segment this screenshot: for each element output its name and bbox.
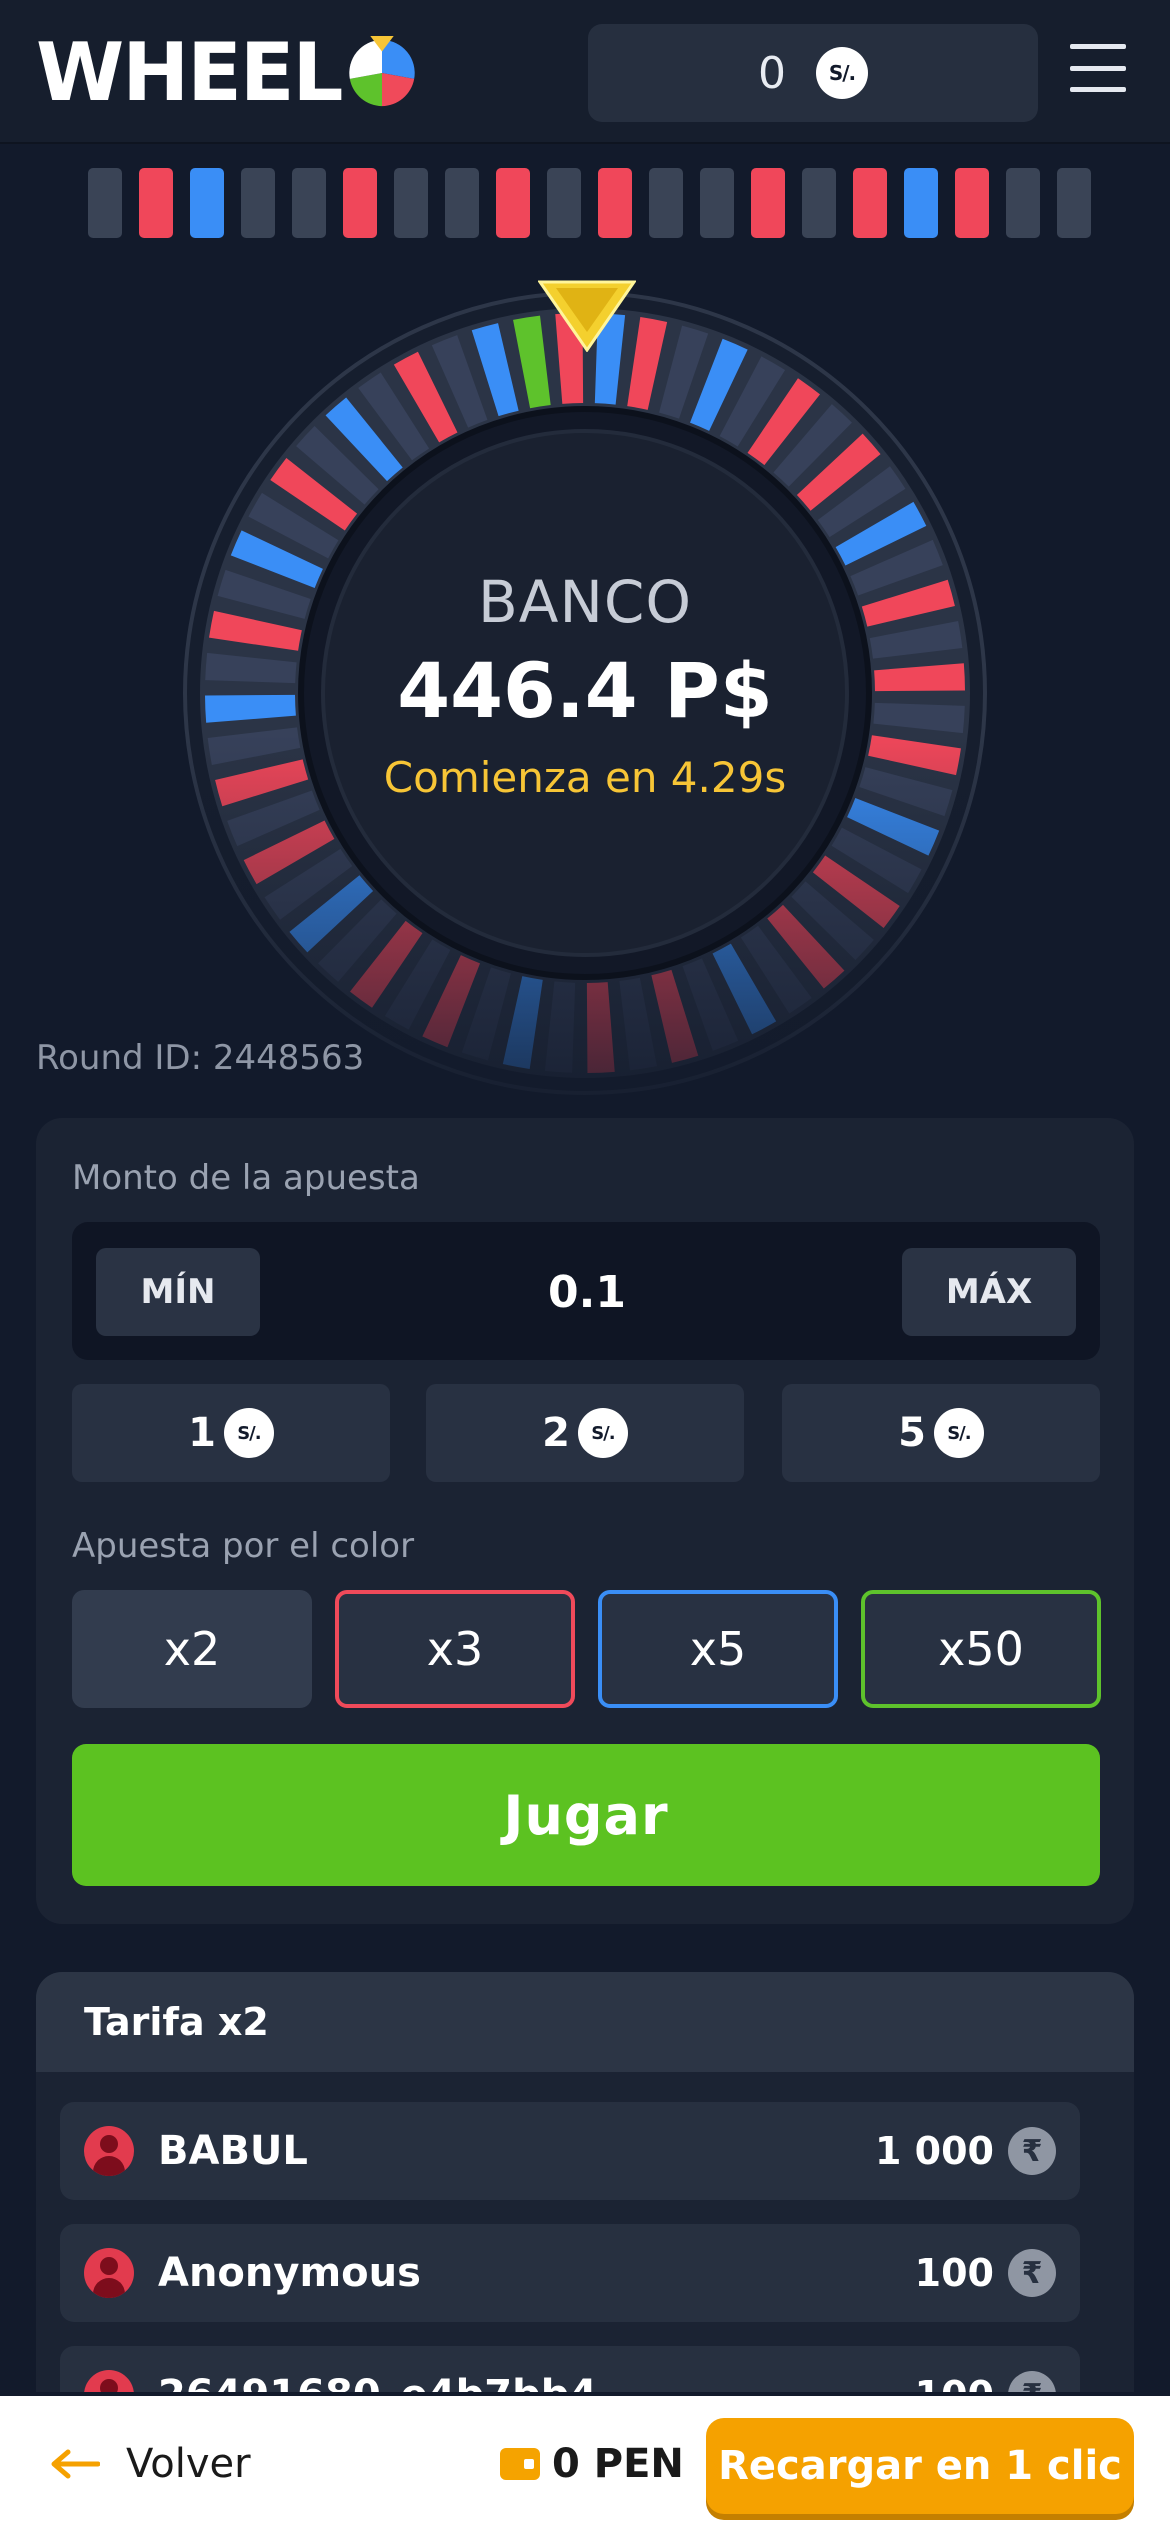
wallet-balance-value: 0 PEN <box>552 2441 684 2487</box>
recharge-button[interactable]: Recargar en 1 clic <box>706 2418 1134 2514</box>
history-result-grey <box>700 168 734 238</box>
quick-amount-value: 5 <box>898 1410 926 1456</box>
history-result-blue <box>904 168 938 238</box>
bet-amount-label: Monto de la apuesta <box>72 1158 420 1198</box>
currency-coin-icon: S/. <box>933 1408 984 1458</box>
quick-amount-5-button[interactable]: 5 S/. <box>782 1384 1100 1482</box>
wallet-balance: 0 PEN <box>500 2434 684 2494</box>
arrow-left-icon <box>51 2449 100 2479</box>
history-result-grey <box>802 168 836 238</box>
player-bet: 100 <box>914 2251 994 2295</box>
wallet-icon <box>500 2448 540 2480</box>
quick-amount-value: 2 <box>542 1410 570 1456</box>
wheel-pointer-icon <box>538 280 636 352</box>
players-panel-title: Tarifa x2 <box>36 1972 1134 2072</box>
balance-value: 0 <box>758 47 786 99</box>
bet-panel: Monto de la apuesta MÍN 0.1 MÁX 1 S/. 2 … <box>36 1118 1134 1924</box>
wheel-center-info: BANCO 446.4 P$ Comienza en 4.29s <box>320 420 850 950</box>
bet-amount-control: MÍN 0.1 MÁX <box>72 1222 1100 1360</box>
multiplier-x5-button[interactable]: x5 <box>598 1590 838 1708</box>
history-result-grey <box>1057 168 1091 238</box>
player-row: Anonymous 100 ₹ <box>60 2224 1080 2322</box>
round-id: Round ID: 2448563 <box>36 1038 365 1078</box>
bet-amount-input[interactable]: 0.1 <box>372 1248 802 1336</box>
min-bet-button[interactable]: MÍN <box>96 1248 260 1336</box>
player-name: Anonymous <box>158 2250 421 2296</box>
play-button[interactable]: Jugar <box>72 1744 1100 1886</box>
quick-amount-2-button[interactable]: 2 S/. <box>426 1384 744 1482</box>
history-result-grey <box>445 168 479 238</box>
history-result-grey <box>241 168 275 238</box>
history-result-red <box>139 168 173 238</box>
logo-text: WHEEL <box>36 26 343 119</box>
avatar <box>84 2248 134 2298</box>
header-balance[interactable]: 0 S/. <box>588 24 1038 122</box>
top-header: WHEEL 0 S/. <box>0 0 1170 144</box>
results-history <box>88 168 1091 238</box>
multiplier-x2-button[interactable]: x2 <box>72 1590 312 1708</box>
history-result-grey <box>394 168 428 238</box>
wheel-logo[interactable]: WHEEL <box>36 30 421 116</box>
avatar <box>84 2126 134 2176</box>
bet-color-label: Apuesta por el color <box>72 1526 415 1566</box>
multiplier-x3-button[interactable]: x3 <box>335 1590 575 1708</box>
history-result-grey <box>1006 168 1040 238</box>
history-result-red <box>853 168 887 238</box>
player-bet: 100 <box>915 2373 994 2392</box>
history-result-red <box>598 168 632 238</box>
bank-label: BANCO <box>477 568 692 636</box>
currency-coin-icon: S/. <box>577 1408 628 1458</box>
player-name: 26491680_e4b7bb4 <box>158 2372 915 2392</box>
avatar <box>84 2370 134 2392</box>
players-panel: Tarifa x2 BABUL 1 000 ₹ Anonymous 100 ₹ … <box>36 1972 1134 2392</box>
color-multipliers: x2 x3 x5 x50 <box>72 1590 1101 1708</box>
rupee-icon: ₹ <box>1008 2371 1056 2392</box>
quick-amount-1-button[interactable]: 1 S/. <box>72 1384 390 1482</box>
history-result-grey <box>88 168 122 238</box>
currency-coin-icon: S/. <box>816 47 868 99</box>
back-label: Volver <box>126 2441 251 2487</box>
currency-coin-icon: S/. <box>223 1408 274 1458</box>
bank-value: 446.4 P$ <box>397 646 773 735</box>
player-row: 26491680_e4b7bb4 100 ₹ <box>60 2346 1080 2392</box>
player-name: BABUL <box>158 2128 308 2174</box>
history-result-red <box>955 168 989 238</box>
player-bet: 1 000 <box>875 2129 994 2173</box>
history-result-grey <box>547 168 581 238</box>
history-result-grey <box>292 168 326 238</box>
logo-ball-icon <box>349 35 416 107</box>
hamburger-menu-icon[interactable] <box>1070 44 1126 92</box>
history-result-red <box>343 168 377 238</box>
bottom-bar: Volver 0 PEN Recargar en 1 clic <box>0 2396 1170 2532</box>
rupee-icon: ₹ <box>1008 2249 1056 2297</box>
rupee-icon: ₹ <box>1008 2127 1056 2175</box>
history-result-blue <box>190 168 224 238</box>
history-result-red <box>496 168 530 238</box>
max-bet-button[interactable]: MÁX <box>902 1248 1076 1336</box>
back-button[interactable]: Volver <box>50 2434 251 2494</box>
quick-amounts: 1 S/. 2 S/. 5 S/. <box>72 1384 1100 1482</box>
quick-amount-value: 1 <box>188 1410 216 1456</box>
history-result-red <box>751 168 785 238</box>
round-countdown: Comienza en 4.29s <box>383 753 787 802</box>
multiplier-x50-button[interactable]: x50 <box>861 1590 1101 1708</box>
player-row: BABUL 1 000 ₹ <box>60 2102 1080 2200</box>
history-result-grey <box>649 168 683 238</box>
